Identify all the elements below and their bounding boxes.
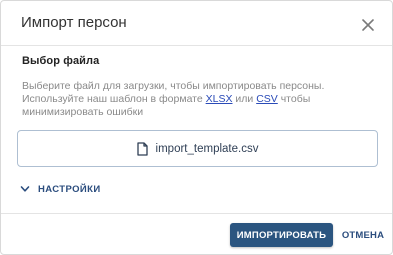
close-button[interactable] <box>357 14 379 36</box>
description-text: Используйте наш шаблон в формате <box>22 93 206 105</box>
selected-file-name: import_template.csv <box>155 142 259 155</box>
csv-template-link[interactable]: CSV <box>256 93 278 105</box>
dialog-header: Импорт персон <box>1 1 392 46</box>
dialog-title: Импорт персон <box>21 14 127 31</box>
description-text: или <box>232 93 257 105</box>
section-description: Выберите файл для загрузки, чтобы импорт… <box>22 80 372 119</box>
import-button[interactable]: ИМПОРТИРОВАТЬ <box>230 223 333 247</box>
dialog-footer: ИМПОРТИРОВАТЬ ОТМЕНА <box>1 213 392 255</box>
description-line-2: Используйте наш шаблон в формате XLSX ил… <box>22 93 372 106</box>
chevron-down-icon <box>20 186 30 192</box>
xlsx-template-link[interactable]: XLSX <box>206 93 233 105</box>
section-title: Выбор файла <box>22 55 100 67</box>
description-line-1: Выберите файл для загрузки, чтобы импорт… <box>22 80 325 92</box>
description-line-3: минимизировать ошибки <box>22 106 144 118</box>
file-icon <box>136 141 148 156</box>
close-icon <box>362 19 374 31</box>
file-picker[interactable]: import_template.csv <box>17 130 378 167</box>
import-dialog: Импорт персон Выбор файла Выберите файл … <box>0 0 393 255</box>
settings-toggle[interactable]: НАСТРОЙКИ <box>20 182 101 196</box>
description-text: чтобы <box>277 93 311 105</box>
cancel-button[interactable]: ОТМЕНА <box>338 223 388 247</box>
settings-label: НАСТРОЙКИ <box>38 183 101 195</box>
